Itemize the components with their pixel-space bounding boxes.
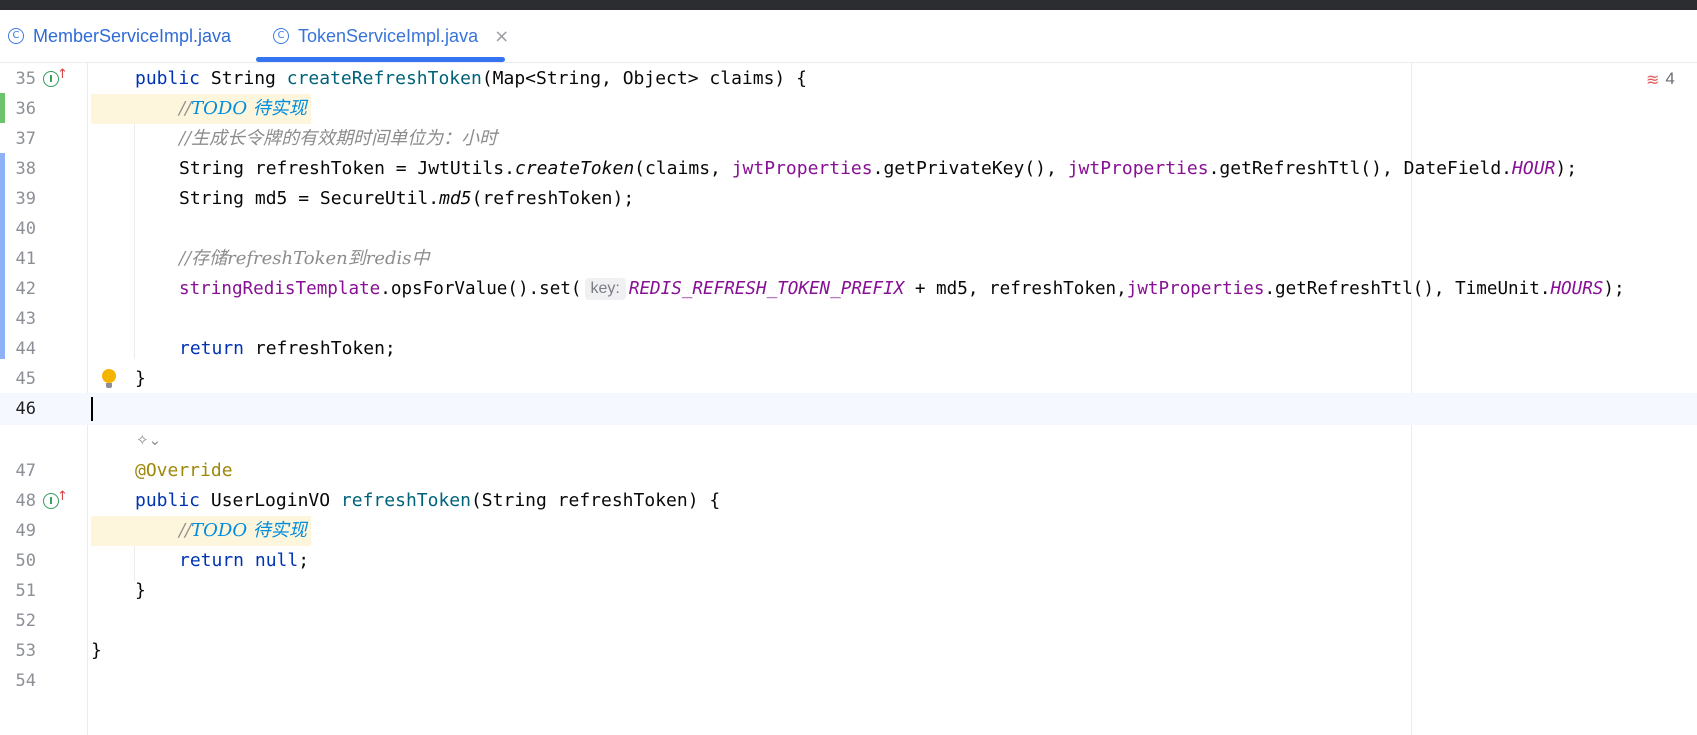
tab-token-service-impl[interactable]: C TokenServiceImpl.java × [273, 10, 509, 62]
tab-label: MemberServiceImpl.java [33, 25, 232, 46]
code-line: 44 return refreshToken; [0, 333, 1697, 365]
code-text: } [135, 580, 146, 601]
code-line: 36 //TODO 待实现 [0, 93, 1697, 125]
line-number: 50 [15, 551, 36, 571]
code-text: String refreshToken = JwtUtils.createTok… [179, 158, 1578, 179]
line-number: 49 [15, 521, 36, 541]
code-lens-icon[interactable]: ✧⌄ [136, 431, 161, 449]
code-line: 54 [0, 665, 1697, 697]
code-line: 39 String md5 = SecureUtil.md5(refreshTo… [0, 183, 1697, 215]
code-line: 47 @Override [0, 455, 1697, 487]
code-line: 51 } [0, 575, 1697, 607]
line-number: 38 [15, 159, 36, 179]
code-line: 43 [0, 303, 1697, 335]
code-line-current: 46 [0, 393, 1697, 425]
text-caret [91, 397, 93, 421]
line-number: 48 [15, 491, 36, 511]
code-text: return null; [179, 550, 310, 571]
code-text: public String createRefreshToken(Map<Str… [135, 68, 807, 89]
tab-member-service-impl[interactable]: C MemberServiceImpl.java [8, 10, 231, 62]
lightbulb-icon[interactable] [102, 369, 116, 388]
close-icon[interactable]: × [494, 26, 509, 47]
code-text: //生成长令牌的有效期时间单位为：小时 [179, 128, 498, 149]
class-c-icon: C [273, 28, 289, 44]
line-number: 42 [15, 279, 36, 299]
implements-interface-icon[interactable]: I ↑ [43, 67, 68, 89]
window-top-bar [0, 0, 1697, 10]
code-line: 40 [0, 213, 1697, 245]
line-number: 52 [15, 611, 36, 631]
line-number: 40 [15, 219, 36, 239]
line-number: 35 [15, 69, 36, 89]
code-line: 50 return null; [0, 545, 1697, 577]
code-line: 49 //TODO 待实现 [0, 515, 1697, 547]
line-number: 41 [15, 249, 36, 269]
code-line: 42 stringRedisTemplate.opsForValue().set… [0, 273, 1697, 305]
code-line: 41 //存储refreshToken到redis中 [0, 243, 1697, 275]
line-number: 54 [15, 671, 36, 691]
code-line: 53 } [0, 635, 1697, 667]
code-line: 38 String refreshToken = JwtUtils.create… [0, 153, 1697, 185]
code-text: //TODO 待实现 [179, 98, 307, 119]
code-line: 52 [0, 605, 1697, 637]
line-number: 45 [15, 369, 36, 389]
code-text: return refreshToken; [179, 338, 396, 359]
code-text: String md5 = SecureUtil.md5(refreshToken… [179, 188, 635, 209]
code-text: @Override [135, 460, 233, 481]
tab-label: TokenServiceImpl.java [298, 25, 479, 46]
line-number: 43 [15, 309, 36, 329]
line-number: 51 [15, 581, 36, 601]
line-number: 36 [15, 99, 36, 119]
code-editor[interactable]: ≋ 4 35 I ↑ public String createRefreshTok… [0, 63, 1697, 735]
code-line: 48 I ↑ public UserLoginVO refreshToken(St… [0, 485, 1697, 517]
code-text: //存储refreshToken到redis中 [179, 248, 430, 269]
line-number: 53 [15, 641, 36, 661]
parameter-hint: key: [584, 278, 626, 300]
code-line: 45 } [0, 363, 1697, 395]
code-text: public UserLoginVO refreshToken(String r… [135, 490, 721, 511]
code-line: 35 I ↑ public String createRefreshToken(M… [0, 63, 1697, 95]
code-line: 37 //生成长令牌的有效期时间单位为：小时 [0, 123, 1697, 155]
code-text: //TODO 待实现 [179, 520, 307, 541]
code-text: } [91, 640, 102, 661]
class-c-icon: C [8, 28, 24, 44]
line-number: 46 [15, 399, 36, 419]
line-number: 44 [15, 339, 36, 359]
editor-tab-bar: C MemberServiceImpl.java C TokenServiceI… [0, 10, 1697, 63]
line-number: 47 [15, 461, 36, 481]
line-number: 39 [15, 189, 36, 209]
code-text: } [135, 368, 146, 389]
active-tab-indicator [256, 57, 505, 62]
line-number: 37 [15, 129, 36, 149]
code-lens-row: ✧⌄ [0, 425, 1697, 455]
code-text: stringRedisTemplate.opsForValue().set(ke… [179, 278, 1625, 300]
implements-interface-icon[interactable]: I ↑ [43, 489, 68, 511]
